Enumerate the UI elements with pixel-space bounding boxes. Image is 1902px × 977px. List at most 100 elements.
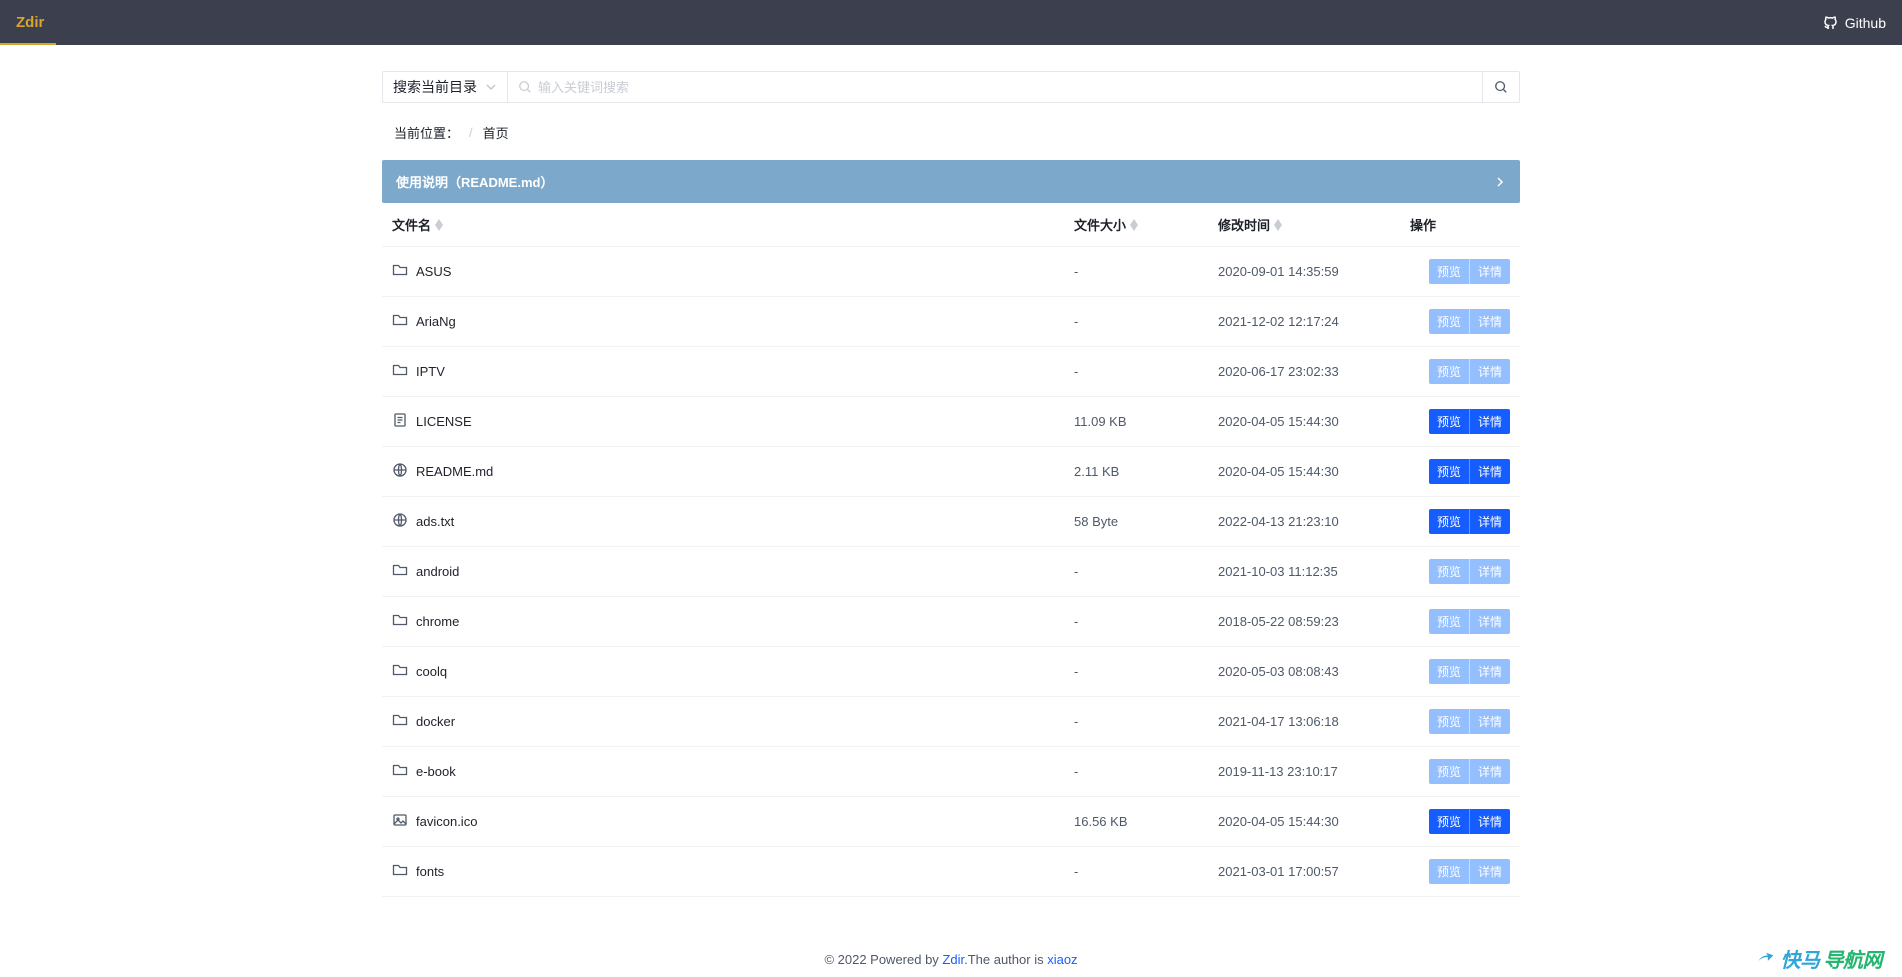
file-name-link[interactable]: ASUS bbox=[392, 262, 1074, 281]
column-header-time[interactable]: 修改时间 bbox=[1218, 215, 1410, 234]
search-button[interactable] bbox=[1483, 72, 1519, 102]
preview-button[interactable]: 预览 bbox=[1429, 509, 1469, 534]
file-ops: 预览详情 bbox=[1410, 309, 1510, 334]
footer-link-author[interactable]: xiaoz bbox=[1047, 952, 1077, 967]
detail-button[interactable]: 详情 bbox=[1469, 409, 1510, 434]
folder-icon bbox=[392, 662, 408, 681]
detail-button[interactable]: 详情 bbox=[1469, 659, 1510, 684]
file-size: 16.56 KB bbox=[1074, 814, 1218, 829]
file-size: - bbox=[1074, 364, 1218, 379]
detail-button[interactable]: 详情 bbox=[1469, 359, 1510, 384]
file-name-link[interactable]: README.md bbox=[392, 462, 1074, 481]
sort-icon[interactable] bbox=[1130, 219, 1138, 231]
folder-icon bbox=[392, 762, 408, 781]
file-name-link[interactable]: AriaNg bbox=[392, 312, 1074, 331]
preview-button[interactable]: 预览 bbox=[1429, 259, 1469, 284]
footer-link-zdir[interactable]: Zdir bbox=[942, 952, 964, 967]
detail-button[interactable]: 详情 bbox=[1469, 709, 1510, 734]
table-row: README.md2.11 KB2020-04-05 15:44:30预览详情 bbox=[382, 447, 1520, 497]
detail-button[interactable]: 详情 bbox=[1469, 309, 1510, 334]
search-scope-label: 搜索当前目录 bbox=[393, 77, 477, 97]
footer-mid: .The author is bbox=[964, 952, 1047, 967]
folder-icon bbox=[392, 612, 408, 631]
detail-button[interactable]: 详情 bbox=[1469, 859, 1510, 884]
footer-prefix: © 2022 Powered by bbox=[824, 952, 942, 967]
search-icon bbox=[518, 80, 532, 94]
preview-button[interactable]: 预览 bbox=[1429, 809, 1469, 834]
detail-button[interactable]: 详情 bbox=[1469, 509, 1510, 534]
file-name-link[interactable]: LICENSE bbox=[392, 412, 1074, 431]
file-name: ads.txt bbox=[416, 514, 454, 529]
preview-button[interactable]: 预览 bbox=[1429, 559, 1469, 584]
column-header-name[interactable]: 文件名 bbox=[392, 215, 1074, 234]
column-header-size[interactable]: 文件大小 bbox=[1074, 215, 1218, 234]
github-icon bbox=[1823, 15, 1839, 31]
file-size: - bbox=[1074, 864, 1218, 879]
search-bar: 搜索当前目录 bbox=[382, 71, 1520, 103]
github-link[interactable]: Github bbox=[1823, 15, 1886, 31]
file-name: AriaNg bbox=[416, 314, 456, 329]
file-name-link[interactable]: coolq bbox=[392, 662, 1074, 681]
main-container: 搜索当前目录 当前位置： / 首页 使用说明（README.md） 文件名 文件… bbox=[382, 71, 1520, 957]
file-size: - bbox=[1074, 264, 1218, 279]
chevron-down-icon bbox=[485, 81, 497, 93]
file-name: e-book bbox=[416, 764, 456, 779]
detail-button[interactable]: 详情 bbox=[1469, 809, 1510, 834]
preview-button[interactable]: 预览 bbox=[1429, 359, 1469, 384]
file-name: android bbox=[416, 564, 459, 579]
search-input[interactable] bbox=[538, 80, 1472, 95]
table-header: 文件名 文件大小 修改时间 操作 bbox=[382, 203, 1520, 247]
file-ops: 预览详情 bbox=[1410, 859, 1510, 884]
preview-button[interactable]: 预览 bbox=[1429, 759, 1469, 784]
file-ops: 预览详情 bbox=[1410, 359, 1510, 384]
detail-button[interactable]: 详情 bbox=[1469, 759, 1510, 784]
file-name: coolq bbox=[416, 664, 447, 679]
search-scope-select[interactable]: 搜索当前目录 bbox=[383, 72, 508, 102]
file-ops: 预览详情 bbox=[1410, 759, 1510, 784]
brand[interactable]: Zdir bbox=[16, 14, 44, 31]
brand-underline bbox=[0, 43, 56, 45]
file-name-link[interactable]: docker bbox=[392, 712, 1074, 731]
file-name: chrome bbox=[416, 614, 459, 629]
app-header: Zdir Github bbox=[0, 0, 1902, 45]
file-name-link[interactable]: ads.txt bbox=[392, 512, 1074, 531]
breadcrumb-home[interactable]: 首页 bbox=[483, 123, 509, 142]
readme-label: 使用说明（README.md） bbox=[396, 172, 553, 191]
file-time: 2021-10-03 11:12:35 bbox=[1218, 564, 1410, 579]
file-size: 58 Byte bbox=[1074, 514, 1218, 529]
file-name-link[interactable]: fonts bbox=[392, 862, 1074, 881]
preview-button[interactable]: 预览 bbox=[1429, 859, 1469, 884]
sort-icon[interactable] bbox=[435, 219, 443, 231]
preview-button[interactable]: 预览 bbox=[1429, 409, 1469, 434]
file-name-link[interactable]: favicon.ico bbox=[392, 812, 1074, 831]
preview-button[interactable]: 预览 bbox=[1429, 659, 1469, 684]
preview-button[interactable]: 预览 bbox=[1429, 609, 1469, 634]
detail-button[interactable]: 详情 bbox=[1469, 459, 1510, 484]
table-row: coolq-2020-05-03 08:08:43预览详情 bbox=[382, 647, 1520, 697]
preview-button[interactable]: 预览 bbox=[1429, 709, 1469, 734]
sort-icon[interactable] bbox=[1274, 219, 1282, 231]
file-size: - bbox=[1074, 764, 1218, 779]
file-name: IPTV bbox=[416, 364, 445, 379]
file-ops: 预览详情 bbox=[1410, 259, 1510, 284]
file-name-link[interactable]: e-book bbox=[392, 762, 1074, 781]
preview-button[interactable]: 预览 bbox=[1429, 309, 1469, 334]
file-name-link[interactable]: chrome bbox=[392, 612, 1074, 631]
file-name-link[interactable]: android bbox=[392, 562, 1074, 581]
file-time: 2019-11-13 23:10:17 bbox=[1218, 764, 1410, 779]
table-row: docker-2021-04-17 13:06:18预览详情 bbox=[382, 697, 1520, 747]
file-name-link[interactable]: IPTV bbox=[392, 362, 1074, 381]
file-icon bbox=[392, 412, 408, 431]
detail-button[interactable]: 详情 bbox=[1469, 259, 1510, 284]
detail-button[interactable]: 详情 bbox=[1469, 559, 1510, 584]
preview-button[interactable]: 预览 bbox=[1429, 459, 1469, 484]
detail-button[interactable]: 详情 bbox=[1469, 609, 1510, 634]
readme-panel-header[interactable]: 使用说明（README.md） bbox=[382, 160, 1520, 203]
folder-icon bbox=[392, 712, 408, 731]
file-size: - bbox=[1074, 614, 1218, 629]
table-row: android -2021-10-03 11:12:35 预览详情 bbox=[382, 547, 1520, 597]
file-time: 2020-04-05 15:44:30 bbox=[1218, 414, 1410, 429]
file-size: - bbox=[1074, 714, 1218, 729]
file-size: - bbox=[1074, 564, 1218, 579]
table-row: LICENSE11.09 KB2020-04-05 15:44:30预览详情 bbox=[382, 397, 1520, 447]
